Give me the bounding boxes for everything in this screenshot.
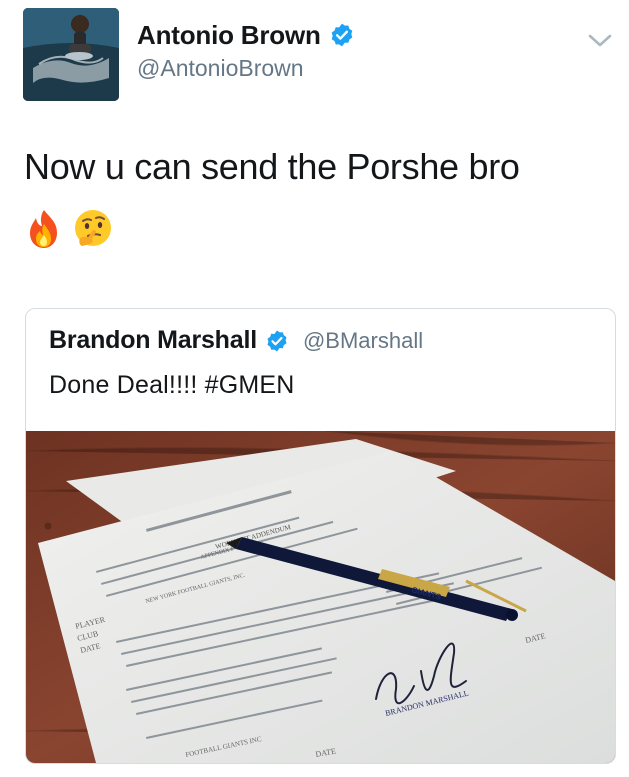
- author-display-name[interactable]: Antonio Brown: [137, 20, 321, 50]
- verified-badge-icon: [267, 330, 287, 351]
- tweet-text: Now u can send the Porshe bro: [24, 146, 520, 187]
- verified-badge-icon: [331, 23, 352, 47]
- hole-punch: [44, 522, 52, 530]
- quoted-author-handle[interactable]: @BMarshall: [303, 328, 423, 354]
- avatar[interactable]: [23, 8, 119, 101]
- quoted-tweet-card[interactable]: Brandon Marshall @BMarshall Done Deal!!!…: [25, 308, 616, 764]
- fire-emoji-icon: [30, 210, 57, 248]
- quoted-author-name[interactable]: Brandon Marshall: [49, 326, 257, 355]
- thinking-face-emoji-icon: [75, 210, 111, 246]
- chevron-down-icon[interactable]: [587, 30, 613, 50]
- author-name-row[interactable]: Antonio Brown: [137, 20, 355, 50]
- quoted-tweet-header: Brandon Marshall @BMarshall: [49, 326, 423, 355]
- tweet-header: Antonio Brown @AntonioBrown: [23, 8, 623, 103]
- author-block: Antonio Brown @AntonioBrown: [137, 20, 355, 82]
- author-handle[interactable]: @AntonioBrown: [137, 54, 355, 82]
- avatar-image: [23, 8, 119, 101]
- emoji-row: [24, 208, 114, 250]
- quoted-tweet-text: Done Deal!!!! #GMEN: [49, 371, 295, 399]
- contract-photo[interactable]: WORKOUT ADDENDUM APPENDIX P-1 NEW YORK F…: [26, 431, 615, 763]
